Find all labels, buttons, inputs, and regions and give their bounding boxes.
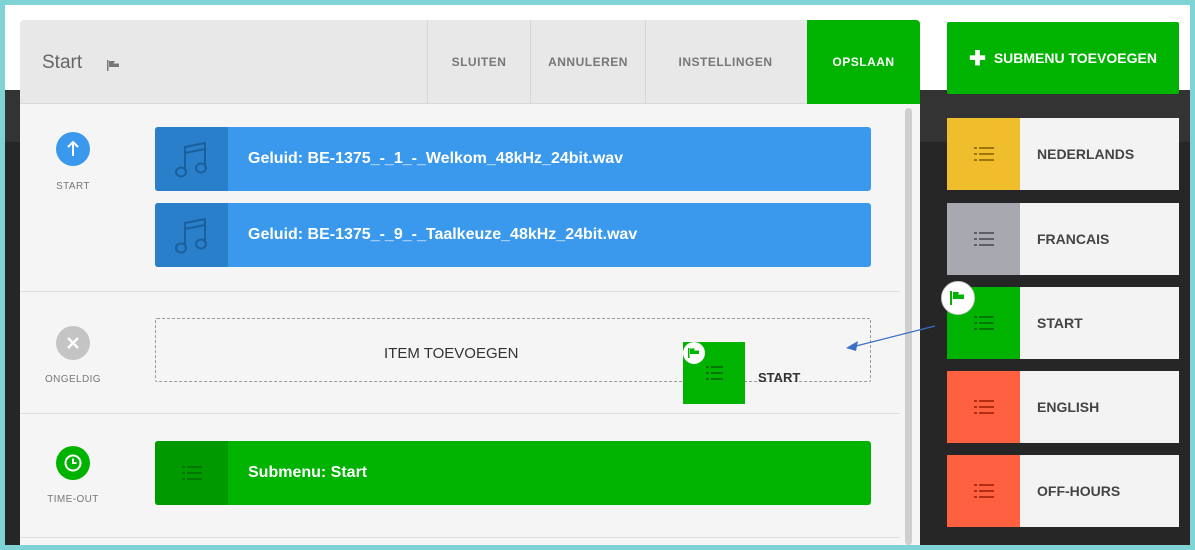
drag-arrow xyxy=(846,325,936,351)
